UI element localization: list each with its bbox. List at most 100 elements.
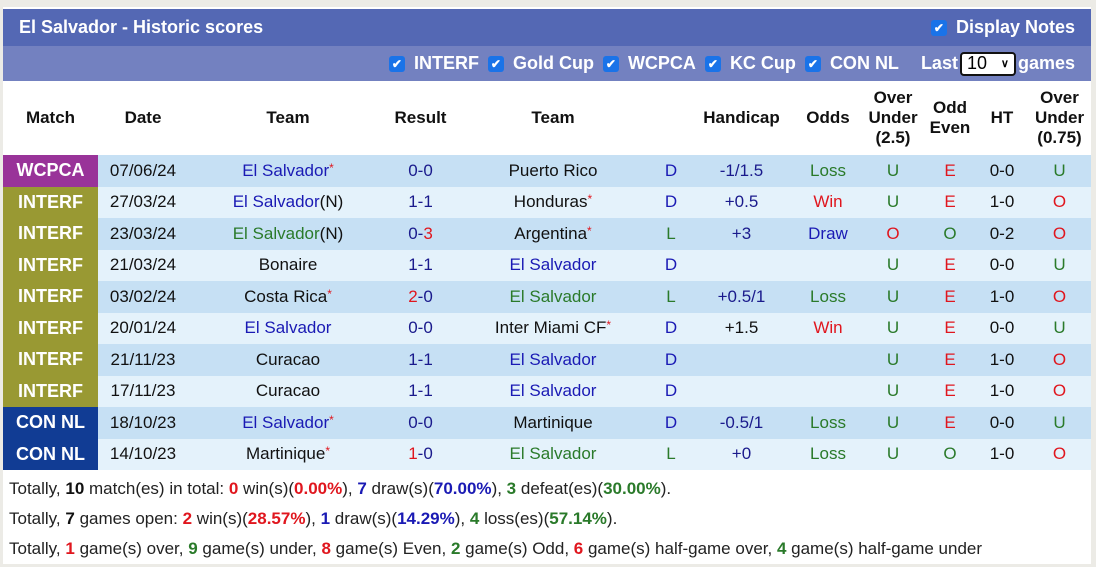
- match-result[interactable]: 1-1: [388, 375, 453, 407]
- away-team-name[interactable]: El Salvador: [510, 444, 597, 463]
- odds-result: Loss: [794, 281, 862, 313]
- last-label: Last: [920, 53, 958, 73]
- checkbox-checked-icon[interactable]: ✔: [704, 55, 721, 72]
- home-team[interactable]: Curacao: [188, 344, 388, 376]
- summary-value: 9: [188, 539, 198, 558]
- home-team[interactable]: El Salvador: [188, 312, 388, 344]
- league-badge[interactable]: INTERF: [3, 281, 98, 313]
- league-badge[interactable]: CON NL: [3, 438, 98, 470]
- checkbox-checked-icon[interactable]: ✔: [930, 19, 947, 36]
- summary-text: game(s) half-game over,: [583, 539, 777, 558]
- filter-interf[interactable]: ✔ INTERF: [388, 53, 479, 74]
- home-team-name[interactable]: Costa Rica: [244, 287, 327, 306]
- away-score: 1: [423, 349, 433, 369]
- column-header: Team: [188, 81, 388, 155]
- away-team[interactable]: El Salvador: [453, 249, 653, 281]
- match-result[interactable]: 0-0: [388, 407, 453, 439]
- match-date: 14/10/23: [98, 438, 188, 470]
- away-score: 1: [423, 192, 433, 212]
- match-result[interactable]: 0-0: [388, 312, 453, 344]
- checkbox-checked-icon[interactable]: ✔: [388, 55, 405, 72]
- handicap: [689, 344, 794, 376]
- away-team[interactable]: Inter Miami CF*: [453, 312, 653, 344]
- over-under-2-5: U: [862, 155, 924, 187]
- filter-gold-cup[interactable]: ✔ Gold Cup: [487, 53, 594, 74]
- home-team-name[interactable]: El Salvador: [242, 413, 329, 432]
- away-team[interactable]: Puerto Rico: [453, 155, 653, 187]
- away-team-name[interactable]: Puerto Rico: [509, 161, 598, 180]
- home-team[interactable]: Costa Rica*: [188, 281, 388, 313]
- summary-value: 8: [321, 539, 331, 558]
- odd-even: E: [924, 281, 976, 313]
- home-team[interactable]: El Salvador(N): [188, 218, 388, 250]
- match-date: 20/01/24: [98, 312, 188, 344]
- away-score: 0: [423, 160, 433, 180]
- league-badge[interactable]: WCPCA: [3, 155, 98, 187]
- league-badge[interactable]: INTERF: [3, 344, 98, 376]
- away-team[interactable]: El Salvador: [453, 344, 653, 376]
- away-score: 1: [423, 381, 433, 401]
- away-score: 0: [423, 318, 433, 338]
- away-team[interactable]: El Salvador: [453, 438, 653, 470]
- home-team[interactable]: Martinique*: [188, 438, 388, 470]
- filter-wcpca[interactable]: ✔ WCPCA: [602, 53, 696, 74]
- league-badge[interactable]: INTERF: [3, 186, 98, 218]
- odd-even: O: [924, 438, 976, 470]
- match-result[interactable]: 0-0: [388, 155, 453, 187]
- last-games-select[interactable]: 10 ∨: [959, 51, 1016, 76]
- league-badge[interactable]: CON NL: [3, 407, 98, 439]
- checkbox-checked-icon[interactable]: ✔: [602, 55, 619, 72]
- match-result[interactable]: 2-0: [388, 281, 453, 313]
- league-badge[interactable]: INTERF: [3, 312, 98, 344]
- filter-con-nl[interactable]: ✔ CON NL: [804, 53, 899, 74]
- match-result[interactable]: 1-1: [388, 249, 453, 281]
- away-team-name[interactable]: Martinique: [513, 413, 592, 432]
- checkbox-checked-icon[interactable]: ✔: [487, 55, 504, 72]
- home-team[interactable]: El Salvador*: [188, 155, 388, 187]
- home-team-name[interactable]: Curacao: [256, 350, 320, 369]
- result-wdl: D: [653, 155, 689, 187]
- league-badge[interactable]: INTERF: [3, 249, 98, 281]
- home-team-name[interactable]: Bonaire: [259, 255, 318, 274]
- checkbox-checked-icon[interactable]: ✔: [804, 55, 821, 72]
- over-under-2-5: U: [862, 344, 924, 376]
- away-team-name[interactable]: El Salvador: [510, 381, 597, 400]
- over-under-2-5: U: [862, 312, 924, 344]
- home-team-name[interactable]: El Salvador: [242, 161, 329, 180]
- filter-kc-cup[interactable]: ✔ KC Cup: [704, 53, 796, 74]
- match-result[interactable]: 1-0: [388, 438, 453, 470]
- home-team[interactable]: El Salvador(N): [188, 186, 388, 218]
- away-team[interactable]: Honduras*: [453, 186, 653, 218]
- home-team[interactable]: El Salvador*: [188, 407, 388, 439]
- over-under-0-75: O: [1028, 186, 1091, 218]
- away-team[interactable]: Martinique: [453, 407, 653, 439]
- half-time-score: 1-0: [976, 281, 1028, 313]
- away-team[interactable]: El Salvador: [453, 375, 653, 407]
- home-team[interactable]: Curacao: [188, 375, 388, 407]
- home-team-name[interactable]: El Salvador: [233, 192, 320, 211]
- summary-value: 14.29%: [397, 509, 455, 528]
- display-notes-toggle[interactable]: ✔ Display Notes: [930, 17, 1075, 38]
- match-result[interactable]: 1-1: [388, 344, 453, 376]
- league-badge[interactable]: INTERF: [3, 218, 98, 250]
- away-team[interactable]: Argentina*: [453, 218, 653, 250]
- away-team-name[interactable]: Argentina: [514, 224, 587, 243]
- home-team-name[interactable]: El Salvador: [245, 318, 332, 337]
- match-result[interactable]: 0-3: [388, 218, 453, 250]
- away-team-name[interactable]: Inter Miami CF: [495, 318, 606, 337]
- home-team[interactable]: Bonaire: [188, 249, 388, 281]
- match-date: 27/03/24: [98, 186, 188, 218]
- match-result[interactable]: 1-1: [388, 186, 453, 218]
- odds-result: Loss: [794, 155, 862, 187]
- home-team-name[interactable]: Martinique: [246, 444, 325, 463]
- home-team-name[interactable]: El Salvador: [233, 224, 320, 243]
- away-team-name[interactable]: El Salvador: [510, 255, 597, 274]
- away-team-name[interactable]: Honduras: [514, 192, 588, 211]
- summary-line-over-under: Totally, 1 game(s) over, 9 game(s) under…: [9, 534, 1091, 564]
- column-header: HT: [976, 81, 1028, 155]
- home-team-name[interactable]: Curacao: [256, 381, 320, 400]
- away-team[interactable]: El Salvador: [453, 281, 653, 313]
- league-badge[interactable]: INTERF: [3, 375, 98, 407]
- away-team-name[interactable]: El Salvador: [510, 287, 597, 306]
- away-team-name[interactable]: El Salvador: [510, 350, 597, 369]
